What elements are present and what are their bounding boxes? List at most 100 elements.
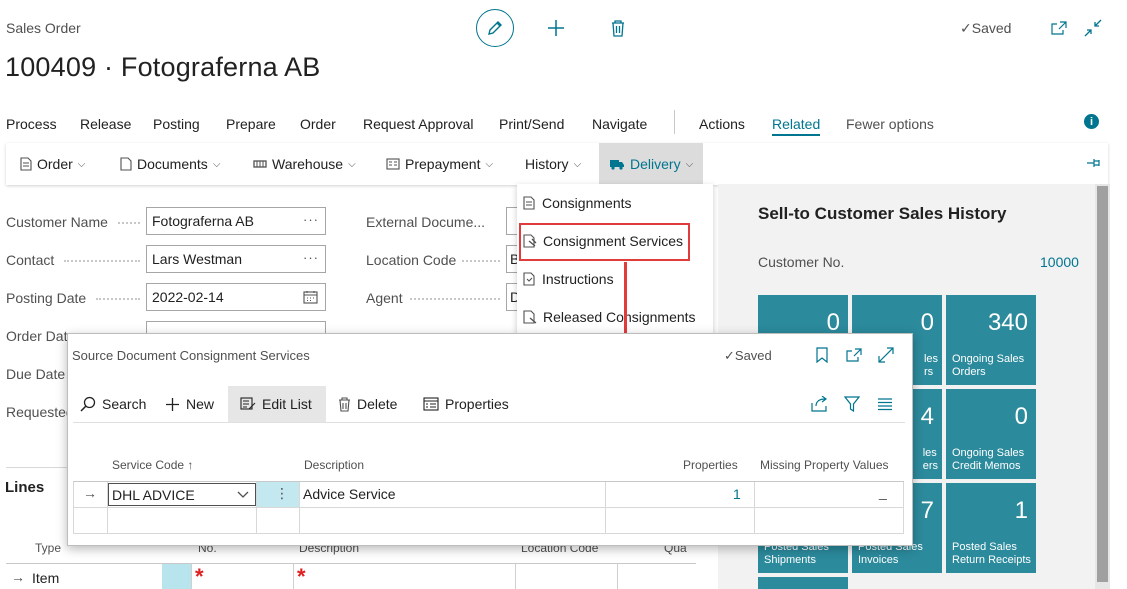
service-code-input[interactable]: DHL ADVICE bbox=[108, 483, 256, 506]
saved-status: ✓Saved bbox=[960, 20, 1011, 37]
sub-history-label: History bbox=[525, 156, 569, 172]
posting-date-field[interactable]: 2022-02-14 bbox=[146, 283, 326, 311]
sub-delivery-label: Delivery bbox=[630, 156, 681, 172]
tile-credit-memos[interactable]: 0 Ongoing Sales Credit Memos bbox=[946, 389, 1036, 479]
field-dots bbox=[118, 222, 140, 224]
more-vertical-icon[interactable]: ⋮ bbox=[275, 485, 289, 502]
grid-line bbox=[605, 482, 606, 534]
plus-icon bbox=[548, 20, 564, 36]
tile-value: 340 bbox=[987, 309, 1028, 336]
highlight-box bbox=[519, 223, 690, 261]
sub-documents-label: Documents bbox=[137, 156, 208, 172]
sub-history[interactable]: History ⌵ bbox=[525, 143, 581, 185]
collapse-button[interactable] bbox=[1083, 19, 1103, 37]
collapse-icon bbox=[1084, 19, 1102, 37]
missing-values-value[interactable]: _ bbox=[879, 484, 887, 500]
tile-label: Posted Sales Return Receipts bbox=[952, 541, 1031, 566]
col-service-code-label: Service Code bbox=[112, 458, 185, 472]
tile-partial[interactable] bbox=[758, 577, 848, 589]
action-posting[interactable]: Posting bbox=[153, 116, 200, 132]
more-icon[interactable]: ··· bbox=[303, 250, 319, 265]
tile-ongoing-orders[interactable]: 340 Ongoing Sales Orders bbox=[946, 295, 1036, 385]
search-button[interactable]: Search bbox=[80, 386, 146, 422]
pin-button[interactable] bbox=[1086, 156, 1102, 173]
action-release[interactable]: Release bbox=[80, 116, 131, 132]
col-description[interactable]: Description bbox=[304, 458, 364, 472]
menu-item-consignments[interactable]: Consignments bbox=[523, 188, 632, 218]
grid-line bbox=[617, 563, 618, 589]
row-selector-cell[interactable] bbox=[162, 564, 191, 589]
tile-posted-return-receipts[interactable]: 1 Posted Sales Return Receipts bbox=[946, 483, 1036, 573]
new-button[interactable] bbox=[546, 18, 566, 38]
field-dots bbox=[64, 260, 140, 262]
chevron-down-icon[interactable] bbox=[237, 491, 249, 499]
location-code-label: Location Code bbox=[366, 252, 457, 268]
action-process[interactable]: Process bbox=[6, 116, 57, 132]
edit-list-button[interactable]: Edit List bbox=[228, 386, 326, 422]
search-label: Search bbox=[102, 396, 147, 412]
menu-item-instructions[interactable]: Instructions bbox=[523, 264, 614, 294]
contact-label: Contact bbox=[6, 252, 55, 268]
description-value[interactable]: Advice Service bbox=[303, 486, 396, 502]
action-fewer-options[interactable]: Fewer options bbox=[846, 116, 934, 132]
trash-icon bbox=[339, 396, 350, 412]
col-service-code[interactable]: Service Code ↑ bbox=[112, 458, 193, 472]
grid-line bbox=[754, 482, 755, 534]
chevron-down-icon: ⌵ bbox=[485, 158, 494, 170]
action-prepare[interactable]: Prepare bbox=[226, 116, 276, 132]
service-code-value: DHL ADVICE bbox=[112, 487, 195, 503]
action-order[interactable]: Order bbox=[300, 116, 336, 132]
contact-field[interactable]: Lars Westman ··· bbox=[146, 245, 326, 273]
lines-row-type[interactable]: Item bbox=[32, 570, 59, 586]
document-icon bbox=[20, 157, 32, 171]
released-icon bbox=[523, 310, 537, 324]
chevron-down-icon: ⌵ bbox=[573, 158, 582, 170]
row-actions-cell[interactable]: ⋮ bbox=[257, 482, 299, 507]
properties-value[interactable]: 1 bbox=[733, 486, 741, 502]
action-request-approval[interactable]: Request Approval bbox=[363, 116, 474, 132]
action-actions[interactable]: Actions bbox=[699, 116, 745, 132]
list-view-icon[interactable] bbox=[877, 398, 893, 411]
expand-icon[interactable] bbox=[878, 347, 894, 363]
sub-delivery[interactable]: Delivery ⌵ bbox=[599, 143, 704, 185]
sub-documents[interactable]: Documents ⌵ bbox=[120, 143, 220, 185]
lines-title: Lines bbox=[5, 479, 45, 496]
sub-warehouse[interactable]: Warehouse ⌵ bbox=[253, 143, 356, 185]
due-date-label: Due Date bbox=[6, 366, 66, 382]
customer-name-field[interactable]: Fotograferna AB ··· bbox=[146, 207, 326, 235]
action-print-send[interactable]: Print/Send bbox=[499, 116, 564, 132]
tile-value: 0 bbox=[1014, 403, 1028, 430]
agent-label: Agent bbox=[366, 290, 403, 306]
properties-button[interactable]: Properties bbox=[423, 386, 509, 422]
filter-icon[interactable] bbox=[844, 396, 860, 412]
more-icon[interactable]: ··· bbox=[303, 212, 319, 227]
new-record-button[interactable]: New bbox=[165, 386, 214, 422]
calendar-icon[interactable] bbox=[303, 290, 318, 304]
menu-item-released-consignments[interactable]: Released Consignments bbox=[523, 302, 696, 332]
popout-icon[interactable] bbox=[846, 348, 862, 362]
delete-button[interactable] bbox=[608, 18, 628, 38]
factbox-scroll-thumb[interactable] bbox=[1097, 186, 1108, 582]
col-properties[interactable]: Properties bbox=[683, 458, 738, 472]
tile-label: Ongoing Sales Credit Memos bbox=[952, 447, 1025, 472]
action-navigate[interactable]: Navigate bbox=[592, 116, 647, 132]
bookmark-icon[interactable] bbox=[816, 347, 828, 363]
contact-value: Lars Westman bbox=[152, 251, 242, 267]
action-related[interactable]: Related bbox=[772, 116, 821, 136]
grid-line bbox=[73, 533, 904, 534]
customer-no-value[interactable]: 10000 bbox=[1040, 254, 1079, 270]
open-new-window-button[interactable] bbox=[1050, 20, 1068, 36]
order-date-field[interactable] bbox=[146, 321, 326, 333]
info-icon[interactable]: i bbox=[1084, 114, 1099, 129]
plus-icon bbox=[166, 397, 179, 411]
share-icon[interactable] bbox=[811, 396, 829, 412]
col-missing-property-values[interactable]: Missing Property Values bbox=[760, 458, 889, 472]
warehouse-icon bbox=[253, 160, 267, 168]
lines-col-type[interactable]: Type bbox=[35, 541, 61, 555]
sub-warehouse-label: Warehouse bbox=[272, 156, 344, 172]
sub-prepayment[interactable]: Prepayment ⌵ bbox=[386, 143, 493, 185]
sub-order[interactable]: Order ⌵ bbox=[20, 143, 85, 185]
documents-icon bbox=[120, 157, 132, 171]
delete-record-button[interactable]: Delete bbox=[338, 386, 397, 422]
edit-button[interactable] bbox=[476, 9, 514, 47]
